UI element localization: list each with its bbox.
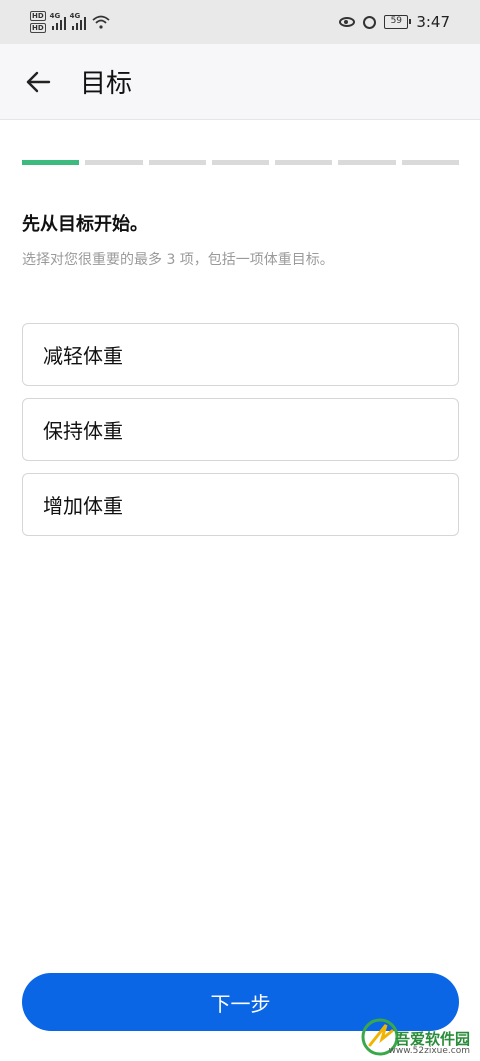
alarm-icon [363,15,377,29]
app-bar: 目标 [0,44,480,120]
watermark-name: 吾爱软件园 [394,1029,470,1048]
progress-segment-6 [338,160,396,165]
goal-subheading: 选择对您很重要的最多 3 项，包括一项体重目标。 [22,252,334,268]
hd-icon: HD HD [30,11,46,33]
step-progress [22,160,459,166]
eye-icon [339,17,356,27]
status-bar: HD HD 4G 4G 59 3:47 [0,0,480,44]
status-right: 59 3:47 [339,13,450,31]
back-button[interactable] [18,62,58,102]
page-title: 目标 [80,69,133,99]
signal-icon: 4G [50,12,66,30]
status-time: 3:47 [416,13,450,31]
progress-segment-5 [275,160,333,165]
arrow-left-icon [26,71,51,92]
goal-options: 减轻体重 保持体重 增加体重 [22,323,459,548]
option-maintain-weight[interactable]: 保持体重 [22,398,459,461]
option-lose-weight[interactable]: 减轻体重 [22,323,459,386]
progress-segment-4 [211,160,270,165]
signal-icon-2: 4G [70,12,86,30]
progress-segment-1 [22,160,80,165]
watermark-url: www.52zixue.com [388,1046,470,1057]
goal-heading: 先从目标开始。 [22,214,148,235]
option-label: 保持体重 [43,419,123,443]
progress-segment-7 [401,160,459,165]
watermark: 吾爱软件园 www.52zixue.com [360,999,470,1057]
battery-icon: 59 [384,15,412,29]
option-label: 增加体重 [43,494,123,518]
progress-segment-3 [148,160,206,165]
progress-segment-2 [85,160,143,165]
option-label: 减轻体重 [43,344,123,368]
wifi-icon [92,15,110,29]
option-gain-weight[interactable]: 增加体重 [22,473,459,536]
status-left: HD HD 4G 4G [30,11,110,33]
